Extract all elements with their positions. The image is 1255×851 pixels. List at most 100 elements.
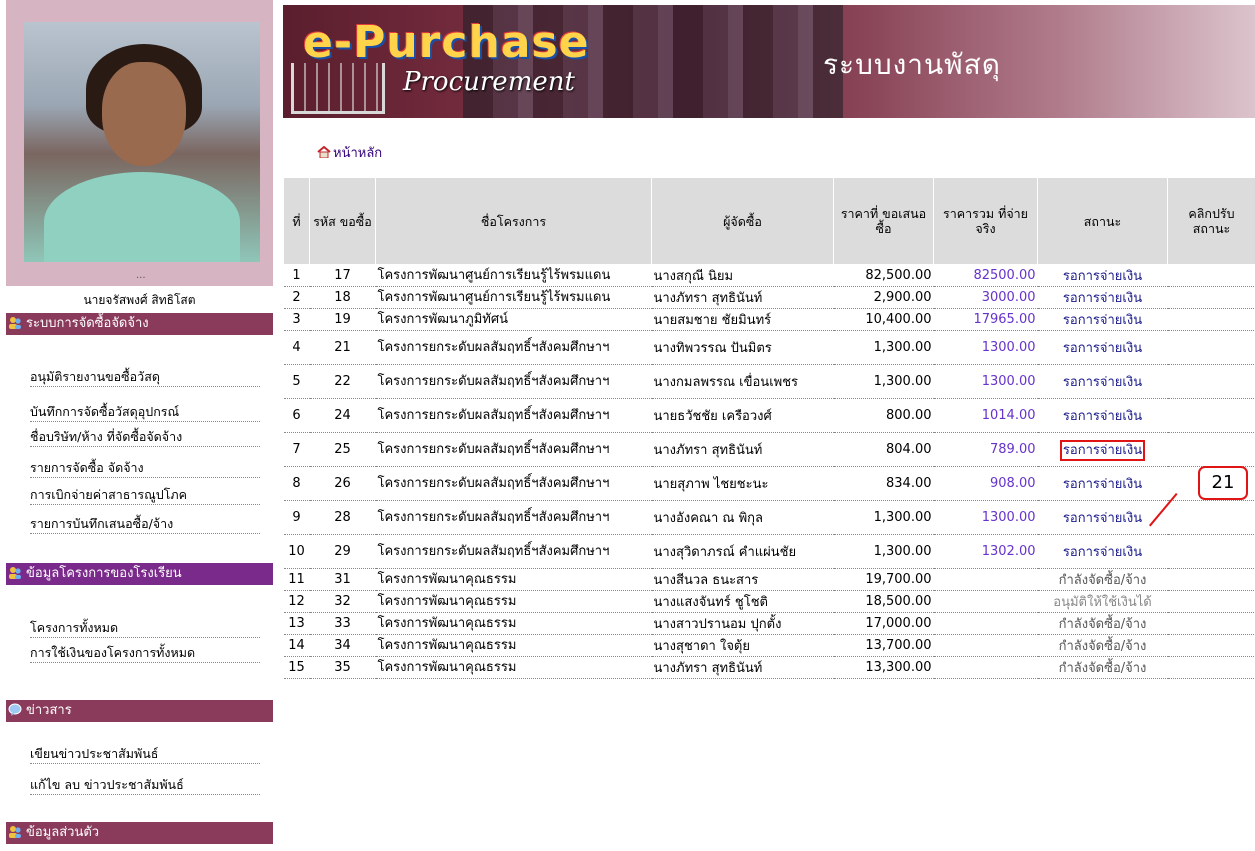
row-buyer: นางกมลพรรณ เขื่อนเพชร xyxy=(651,364,834,399)
menu-edit-news[interactable]: แก้ไข ลบ ข่าวประชาสัมพันธ์ xyxy=(30,776,260,795)
table-row: 6 24 โครงการยกระดับผลสัมฤทธิ์ฯสังคมศึกษาฯน… xyxy=(283,398,1255,433)
row-no: 6 xyxy=(283,398,310,433)
table-row: 5 22 โครงการยกระดับผลสัมฤทธิ์ฯสังคมศึกษาฯน… xyxy=(283,364,1255,399)
row-no: 5 xyxy=(283,364,310,399)
home-link[interactable]: หน้าหลัก xyxy=(317,142,382,163)
menu-head-label: ระบบการจัดซื้อจัดจ้าง xyxy=(26,316,149,331)
menu-utility-payment[interactable]: การเบิกจ่ายค่าสาธารณูปโภค xyxy=(30,486,260,505)
row-change-status[interactable] xyxy=(1167,330,1255,365)
status-link-highlighted[interactable]: รอการจ่ายเงิน xyxy=(1059,440,1146,461)
menu-record-purchase[interactable]: บันทึกการจัดซื้อวัสดุอุปกรณ์ xyxy=(30,403,260,422)
row-change-status[interactable] xyxy=(1167,500,1255,535)
row-code: 35 xyxy=(309,656,376,679)
row-change-status[interactable] xyxy=(1167,308,1255,331)
row-no: 13 xyxy=(283,612,310,635)
users-icon xyxy=(9,826,21,838)
row-status: อนุมัติให้ใช้เงินได้ xyxy=(1037,590,1168,613)
row-proposed-price: 834.00 xyxy=(833,466,934,501)
row-proposed-price: 1,300.00 xyxy=(833,500,934,535)
status-link[interactable]: รอการจ่ายเงิน xyxy=(1063,341,1142,356)
table-row: 14 34 โครงการพัฒนาคุณธรรม นางสุชาดา ใจตุ้ย 1… xyxy=(283,634,1255,657)
menu-vendor-names[interactable]: ชื่อบริษัท/ห้าง ที่จัดซื้อจัดจ้าง xyxy=(30,428,260,447)
table-row: 7 25 โครงการยกระดับผลสัมฤทธิ์ฯสังคมศึกษาฯน… xyxy=(283,432,1255,467)
row-buyer: นางสีนวล ธนะสาร xyxy=(651,568,834,591)
row-change-status[interactable] xyxy=(1167,590,1255,613)
row-buyer: นายธวัชชัย เครือวงศ์ xyxy=(651,398,834,433)
status-link[interactable]: รอการจ่ายเงิน xyxy=(1063,511,1142,526)
row-status: กำลังจัดซื้อ/จ้าง xyxy=(1037,612,1168,635)
row-change-status[interactable] xyxy=(1167,364,1255,399)
row-change-status[interactable] xyxy=(1167,534,1255,569)
row-change-status[interactable] xyxy=(1167,634,1255,657)
row-buyer: นางภัทรา สุทธินันท์ xyxy=(651,432,834,467)
status-link[interactable]: รอการจ่ายเงิน xyxy=(1063,409,1142,424)
row-change-status[interactable] xyxy=(1167,432,1255,467)
row-status[interactable]: รอการจ่ายเงิน xyxy=(1037,308,1168,331)
row-project: โครงการพัฒนาภูมิทัศน์ xyxy=(375,308,652,331)
row-code: 33 xyxy=(309,612,376,635)
profile-photo xyxy=(24,22,260,262)
row-change-status[interactable] xyxy=(1167,264,1255,287)
photo-dots: ... xyxy=(136,270,146,281)
home-icon xyxy=(317,146,331,158)
menu-head-procurement: ระบบการจัดซื้อจัดจ้าง xyxy=(6,313,273,335)
row-project: โครงการยกระดับผลสัมฤทธิ์ฯสังคมศึกษาฯ xyxy=(375,534,652,569)
row-code: 34 xyxy=(309,634,376,657)
row-status[interactable]: รอการจ่ายเงิน xyxy=(1037,432,1168,467)
row-proposed-price: 19,700.00 xyxy=(833,568,934,591)
table-body: 1 17 โครงการพัฒนาศูนย์การเรียนรู้ไร้พรมแดน… xyxy=(283,264,1255,679)
row-project: โครงการพัฒนาคุณธรรม xyxy=(375,568,652,591)
row-status[interactable]: รอการจ่ายเงิน xyxy=(1037,398,1168,433)
row-proposed-price: 82,500.00 xyxy=(833,264,934,287)
row-change-status[interactable] xyxy=(1167,612,1255,635)
row-project: โครงการพัฒนาคุณธรรม xyxy=(375,612,652,635)
row-status[interactable]: รอการจ่ายเงิน xyxy=(1037,286,1168,309)
menu-approve-request[interactable]: อนุมัติรายงานขอซื้อวัสดุ xyxy=(30,368,260,387)
row-project: โครงการยกระดับผลสัมฤทธิ์ฯสังคมศึกษาฯ xyxy=(375,432,652,467)
menu-purchase-list[interactable]: รายการจัดซื้อ จัดจ้าง xyxy=(30,459,260,478)
menu-purchase-proposals[interactable]: รายการบันทึกเสนอซื้อ/จ้าง xyxy=(30,515,260,534)
status-link[interactable]: รอการจ่ายเงิน xyxy=(1063,313,1142,328)
row-no: 7 xyxy=(283,432,310,467)
row-project: โครงการพัฒนาศูนย์การเรียนรู้ไร้พรมแดน xyxy=(375,264,652,287)
table-row: 1 17 โครงการพัฒนาศูนย์การเรียนรู้ไร้พรมแดน… xyxy=(283,264,1255,287)
menu-project-spending[interactable]: การใช้เงินของโครงการทั้งหมด xyxy=(30,644,260,663)
status-link[interactable]: รอการจ่ายเงิน xyxy=(1063,477,1142,492)
row-change-status[interactable] xyxy=(1167,398,1255,433)
logo-procurement: Procurement xyxy=(403,67,575,97)
row-status[interactable]: รอการจ่ายเงิน xyxy=(1037,466,1168,501)
status-link[interactable]: รอการจ่ายเงิน xyxy=(1063,291,1142,306)
col-no: ที่ xyxy=(283,177,310,265)
table-row: 15 35 โครงการพัฒนาคุณธรรม นางภัทรา สุทธินัน… xyxy=(283,656,1255,679)
row-no: 14 xyxy=(283,634,310,657)
row-status[interactable]: รอการจ่ายเงิน xyxy=(1037,264,1168,287)
status-link[interactable]: รอการจ่ายเงิน xyxy=(1063,375,1142,390)
system-title: ระบบงานพัสดุ xyxy=(823,48,1001,81)
row-project: โครงการยกระดับผลสัมฤทธิ์ฯสังคมศึกษาฯ xyxy=(375,500,652,535)
row-code: 22 xyxy=(309,364,376,399)
row-proposed-price: 1,300.00 xyxy=(833,330,934,365)
status-link: กำลังจัดซื้อ/จ้าง xyxy=(1058,639,1147,654)
row-buyer: นางทิพวรรณ ปันมิตร xyxy=(651,330,834,365)
row-code: 32 xyxy=(309,590,376,613)
menu-head-profile: ข้อมูลส่วนตัว xyxy=(6,822,273,844)
row-actual-price xyxy=(933,568,1038,591)
row-code: 28 xyxy=(309,500,376,535)
row-code: 17 xyxy=(309,264,376,287)
menu-all-projects[interactable]: โครงการทั้งหมด xyxy=(30,619,260,638)
row-status[interactable]: รอการจ่ายเงิน xyxy=(1037,364,1168,399)
status-link[interactable]: รอการจ่ายเงิน xyxy=(1063,545,1142,560)
row-status: กำลังจัดซื้อ/จ้าง xyxy=(1037,656,1168,679)
row-change-status[interactable] xyxy=(1167,286,1255,309)
row-proposed-price: 10,400.00 xyxy=(833,308,934,331)
row-buyer: นางอังคณา ณ พิกุล xyxy=(651,500,834,535)
row-status[interactable]: รอการจ่ายเงิน xyxy=(1037,534,1168,569)
table-row: 10 29 โครงการยกระดับผลสัมฤทธิ์ฯสังคมศึกษาฯ… xyxy=(283,534,1255,569)
status-link[interactable]: รอการจ่ายเงิน xyxy=(1063,269,1142,284)
row-change-status[interactable] xyxy=(1167,568,1255,591)
row-status[interactable]: รอการจ่ายเงิน xyxy=(1037,500,1168,535)
users-icon xyxy=(9,317,21,329)
row-status[interactable]: รอการจ่ายเงิน xyxy=(1037,330,1168,365)
row-change-status[interactable] xyxy=(1167,656,1255,679)
menu-write-news[interactable]: เขียนข่าวประชาสัมพันธ์ xyxy=(30,745,260,764)
